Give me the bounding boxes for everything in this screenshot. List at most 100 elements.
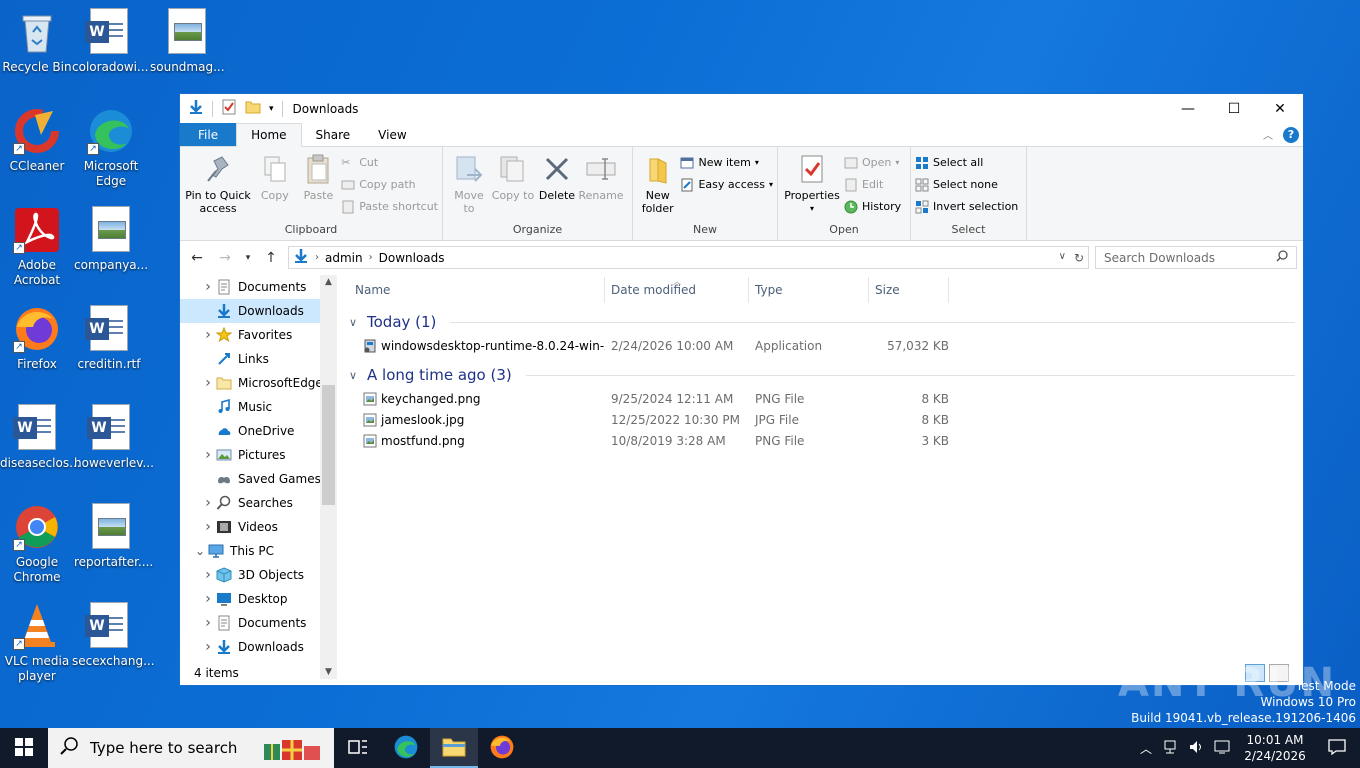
history-button[interactable]: History — [844, 197, 901, 216]
column-header-name[interactable]: Name — [349, 277, 605, 303]
taskbar-file-explorer[interactable] — [430, 728, 478, 768]
properties-qat-icon[interactable] — [221, 99, 237, 118]
column-header-type[interactable]: Type — [749, 277, 869, 303]
file-row[interactable]: jameslook.jpg 12/25/2022 10:30 PM JPG File… — [349, 409, 1303, 430]
copy-to-button[interactable]: Copy to — [491, 151, 535, 222]
desktop-icon-diseaseclos[interactable]: W diseaseclos... — [0, 404, 81, 471]
properties-button[interactable]: Properties ▾ — [782, 151, 842, 222]
nav-item-searches[interactable]: › Searches — [180, 491, 337, 515]
taskbar-firefox[interactable] — [478, 728, 526, 768]
notifications-icon[interactable] — [1320, 738, 1354, 758]
desktop-icon-reportafter[interactable]: reportafter.... — [74, 503, 153, 570]
desktop-icon-firefox[interactable]: ↗ Firefox — [0, 305, 74, 372]
invert-selection-button[interactable]: Invert selection — [915, 197, 1018, 216]
move-to-button[interactable]: Move to — [447, 151, 491, 222]
tab-home[interactable]: Home — [236, 123, 302, 147]
display-icon[interactable] — [1214, 739, 1230, 758]
taskbar-edge[interactable] — [382, 728, 430, 768]
qat-dropdown-icon[interactable]: ▾ — [269, 104, 274, 114]
chevron-right-icon[interactable]: › — [200, 591, 216, 607]
chevron-right-icon[interactable]: › — [200, 279, 216, 295]
edit-button[interactable]: Edit — [844, 175, 901, 194]
task-view-button[interactable] — [334, 728, 382, 768]
chevron-right-icon[interactable]: › — [200, 495, 216, 511]
tab-share[interactable]: Share — [302, 123, 365, 146]
chevron-right-icon[interactable]: › — [200, 327, 216, 343]
network-icon[interactable] — [1162, 739, 1178, 758]
clock[interactable]: 10:01 AM 2/24/2026 — [1240, 732, 1310, 764]
nav-item-saved-games[interactable]: Saved Games — [180, 467, 337, 491]
desktop-icon-companya[interactable]: companya... — [74, 206, 148, 273]
nav-item-3d-objects[interactable]: › 3D Objects — [180, 563, 337, 587]
nav-item-downloads[interactable]: Downloads — [180, 299, 337, 323]
nav-item-pictures[interactable]: › Pictures — [180, 443, 337, 467]
scroll-up-icon[interactable]: ▲ — [320, 277, 337, 287]
chevron-up-icon[interactable]: ︿ — [1140, 740, 1152, 757]
nav-item-microsoftedge[interactable]: › MicrosoftEdge — [180, 371, 337, 395]
copy-path-button[interactable]: Copy path — [341, 175, 438, 194]
select-none-button[interactable]: Select none — [915, 175, 1018, 194]
chevron-right-icon[interactable]: › — [200, 567, 216, 583]
open-button[interactable]: Open ▾ — [844, 153, 901, 172]
desktop-icon-creditin[interactable]: W creditin.rtf — [72, 305, 146, 372]
new-item-button[interactable]: New item ▾ — [680, 153, 773, 172]
maximize-button[interactable]: ☐ — [1211, 94, 1257, 123]
desktop-icon-coloradowi[interactable]: W coloradowi... — [72, 8, 148, 75]
delete-button[interactable]: Delete — [535, 151, 579, 222]
new-folder-button[interactable]: New folder — [637, 151, 678, 222]
paste-button[interactable]: Paste — [298, 151, 340, 222]
column-header-date-modified[interactable]: ︿ Date modified — [605, 277, 749, 303]
nav-item-favorites[interactable]: › Favorites — [180, 323, 337, 347]
nav-item-videos[interactable]: › Videos — [180, 515, 337, 539]
desktop-icon-edge[interactable]: ↗ Microsoft Edge — [74, 107, 148, 189]
chevron-down-icon[interactable]: ⌄ — [192, 544, 208, 558]
file-row[interactable]: windowsdesktop-runtime-8.0.24-win-x6... 2… — [349, 335, 1303, 356]
start-button[interactable] — [0, 728, 48, 768]
file-row[interactable]: mostfund.png 10/8/2019 3:28 AM PNG File 3 K… — [349, 430, 1303, 451]
desktop-icon-secexchang[interactable]: W secexchang... — [72, 602, 155, 669]
desktop-icon-ccleaner[interactable]: ↗ CCleaner — [0, 107, 74, 174]
search-input[interactable]: Search Downloads — [1095, 246, 1297, 269]
address-dropdown-icon[interactable]: ∨ — [1059, 251, 1066, 265]
breadcrumb-downloads[interactable]: Downloads — [379, 251, 445, 265]
address-bar[interactable]: › admin › Downloads ∨ ↻ — [288, 246, 1089, 269]
help-icon[interactable]: ? — [1283, 126, 1299, 143]
breadcrumb-chevron-icon[interactable]: › — [315, 252, 319, 263]
rename-button[interactable]: Rename — [578, 151, 624, 222]
close-button[interactable]: ✕ — [1257, 94, 1303, 123]
forward-button[interactable]: → — [214, 250, 236, 266]
copy-button[interactable]: Copy — [254, 151, 296, 222]
desktop-icon-recycle-bin[interactable]: Recycle Bin — [0, 8, 74, 75]
desktop-icon-soundmag[interactable]: soundmag... — [150, 8, 225, 75]
recent-locations-dropdown[interactable]: ▾ — [242, 253, 254, 263]
easy-access-button[interactable]: Easy access ▾ — [680, 175, 773, 194]
chevron-right-icon[interactable]: › — [200, 447, 216, 463]
nav-item-documents[interactable]: › Documents — [180, 275, 337, 299]
desktop-icon-howeverlev[interactable]: W howeverlev... — [74, 404, 154, 471]
back-button[interactable]: ← — [186, 250, 208, 266]
chevron-right-icon[interactable]: › — [200, 375, 216, 391]
file-group-header[interactable]: ∨ Today (1) — [349, 309, 1303, 335]
file-group-header[interactable]: ∨ A long time ago (3) — [349, 362, 1303, 388]
pin-to-quick-access-button[interactable]: Pin to Quick access — [184, 151, 252, 222]
chevron-right-icon[interactable]: › — [200, 519, 216, 535]
column-header-size[interactable]: Size — [869, 277, 949, 303]
minimize-button[interactable]: — — [1165, 94, 1211, 123]
paste-shortcut-button[interactable]: Paste shortcut — [341, 197, 438, 216]
chevron-right-icon[interactable]: › — [200, 639, 216, 655]
cut-button[interactable]: ✂ Cut — [341, 153, 438, 172]
nav-item-this-pc[interactable]: ⌄ This PC — [180, 539, 337, 563]
nav-item-links[interactable]: Links — [180, 347, 337, 371]
breadcrumb-admin[interactable]: admin — [325, 251, 363, 265]
file-row[interactable]: keychanged.png 9/25/2024 12:11 AM PNG File… — [349, 388, 1303, 409]
desktop-icon-adobe-acrobat[interactable]: ↗ Adobe Acrobat — [0, 206, 74, 288]
new-folder-qat-icon[interactable] — [245, 99, 261, 118]
chevron-right-icon[interactable]: › — [200, 615, 216, 631]
scrollbar-thumb[interactable] — [322, 385, 335, 505]
select-all-button[interactable]: Select all — [915, 153, 1018, 172]
collapse-ribbon-icon[interactable]: ︿ — [1263, 127, 1273, 142]
nav-item-downloads[interactable]: › Downloads — [180, 635, 337, 659]
nav-item-music[interactable]: Music — [180, 395, 337, 419]
tab-file[interactable]: File — [180, 123, 237, 146]
up-button[interactable]: ↑ — [260, 250, 282, 266]
